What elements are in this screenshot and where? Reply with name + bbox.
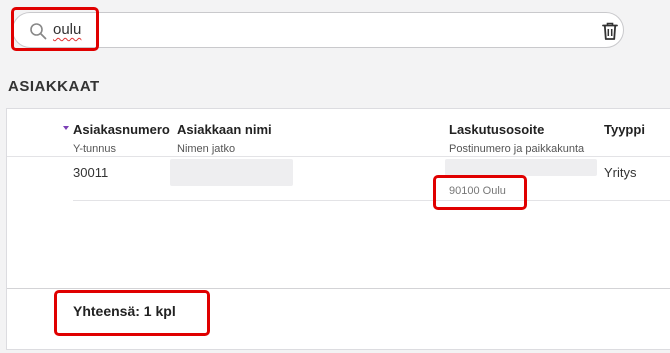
customer-number: 30011 bbox=[73, 165, 109, 180]
header-asiakkaan-nimi[interactable]: Asiakkaan nimi bbox=[177, 122, 272, 137]
subheader-y-tunnus: Y-tunnus bbox=[73, 143, 117, 155]
subheader-postinumero: Postinumero ja paikkakunta bbox=[449, 143, 585, 155]
trash-icon[interactable] bbox=[601, 21, 619, 41]
search-bar[interactable]: oulu bbox=[12, 12, 624, 48]
row-divider bbox=[73, 200, 670, 201]
footer-divider bbox=[7, 288, 670, 289]
city-highlight-box bbox=[433, 175, 527, 210]
customer-type: Yritys bbox=[604, 165, 637, 180]
header-laskutusosoite[interactable]: Laskutusosoite bbox=[449, 122, 544, 137]
header-divider bbox=[7, 156, 670, 157]
subheader-nimen-jatko: Nimen jatko bbox=[177, 143, 236, 155]
redacted-street-address bbox=[445, 159, 597, 176]
redacted-customer-name bbox=[170, 159, 293, 186]
section-title: ASIAKKAAT bbox=[8, 78, 100, 95]
sort-desc-icon[interactable] bbox=[63, 126, 69, 130]
header-asiakasnumero[interactable]: Asiakasnumero bbox=[73, 122, 170, 137]
total-highlight-box bbox=[54, 290, 210, 336]
header-tyyppi[interactable]: Tyyppi bbox=[604, 122, 645, 137]
search-highlight-box bbox=[11, 7, 99, 51]
